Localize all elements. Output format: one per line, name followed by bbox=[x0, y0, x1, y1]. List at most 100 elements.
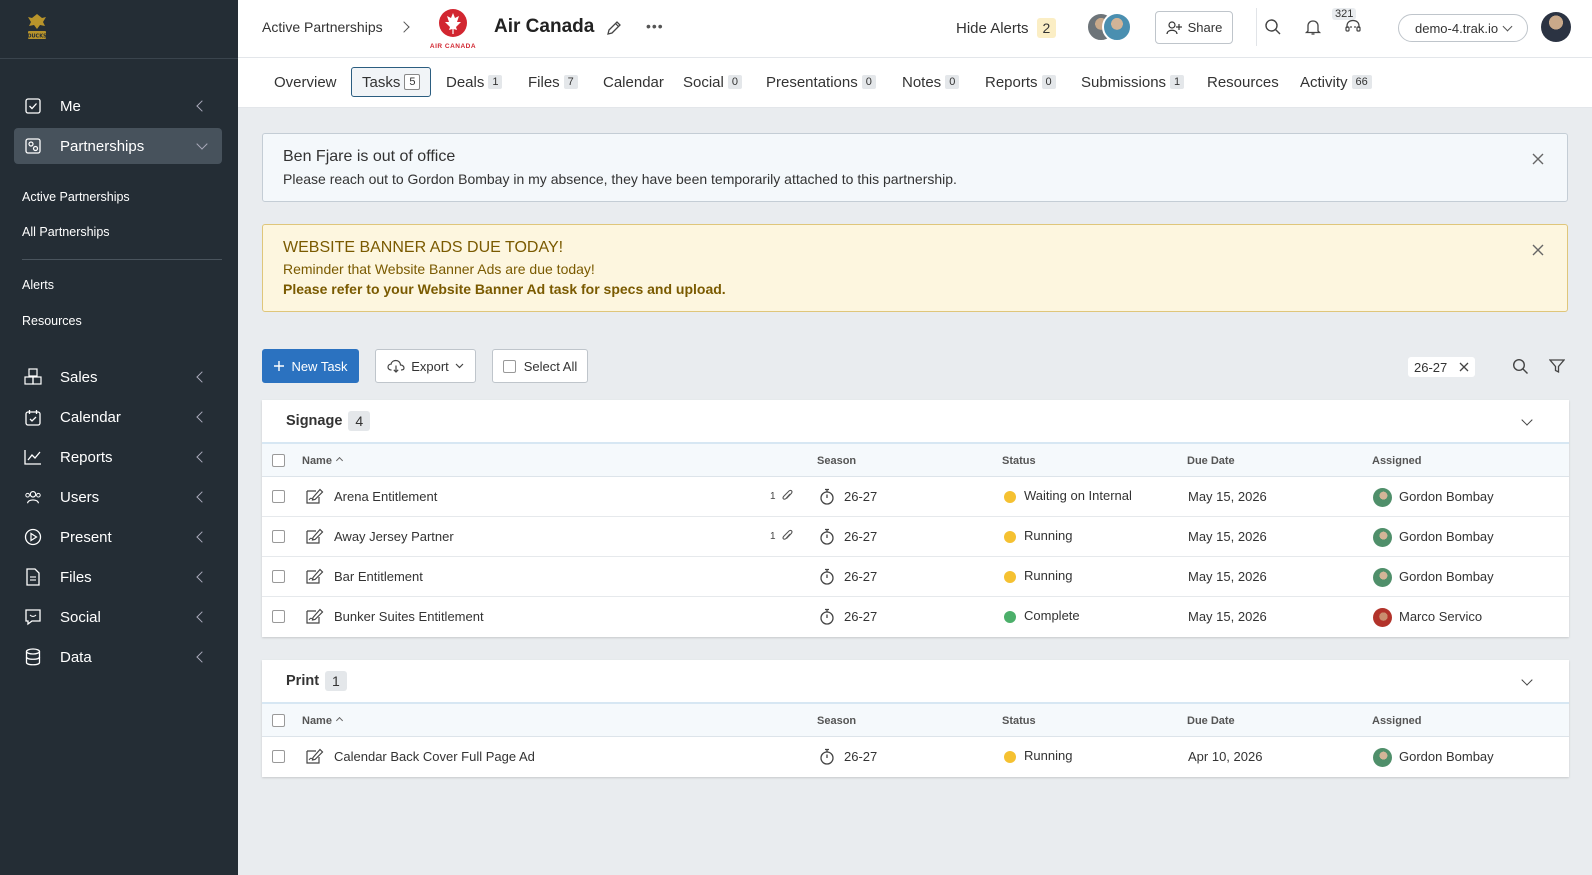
column-name[interactable]: Name bbox=[302, 455, 344, 467]
support-icon[interactable] bbox=[1344, 18, 1364, 38]
search-icon[interactable] bbox=[1264, 18, 1284, 38]
task-assignee[interactable]: Gordon Bombay bbox=[1399, 749, 1494, 764]
task-assignee[interactable]: Gordon Bombay bbox=[1399, 529, 1494, 544]
nav-reports[interactable]: Reports bbox=[14, 439, 222, 475]
task-status[interactable]: Running bbox=[1024, 568, 1072, 583]
row-checkbox[interactable] bbox=[272, 530, 285, 543]
row-checkbox[interactable] bbox=[272, 750, 285, 763]
season-filter-chip[interactable]: 26-27 bbox=[1408, 357, 1476, 377]
pencil-icon[interactable] bbox=[606, 20, 622, 41]
chevron-down-icon[interactable] bbox=[1521, 674, 1533, 686]
column-due-date[interactable]: Due Date bbox=[1187, 715, 1235, 727]
nav-social[interactable]: Social bbox=[14, 599, 222, 635]
row-checkbox[interactable] bbox=[272, 570, 285, 583]
sidebar-item-alerts[interactable]: Alerts bbox=[22, 278, 54, 292]
tab-files[interactable]: Files 7 bbox=[528, 67, 578, 97]
task-due-date[interactable]: May 15, 2026 bbox=[1188, 529, 1267, 544]
task-status[interactable]: Running bbox=[1024, 528, 1072, 543]
task-status[interactable]: Waiting on Internal bbox=[1024, 488, 1132, 503]
sidebar-item-active-partnerships[interactable]: Active Partnerships bbox=[22, 190, 130, 204]
chevron-down-icon[interactable] bbox=[1521, 414, 1533, 426]
share-button[interactable]: Share bbox=[1155, 11, 1233, 44]
row-checkbox[interactable] bbox=[272, 610, 285, 623]
task-name[interactable]: Arena Entitlement bbox=[334, 489, 437, 504]
nav-me[interactable]: Me bbox=[14, 88, 222, 124]
task-assignee[interactable]: Gordon Bombay bbox=[1399, 569, 1494, 584]
nav-present[interactable]: Present bbox=[14, 519, 222, 555]
nav-sales[interactable]: Sales bbox=[14, 359, 222, 395]
more-horizontal-icon[interactable]: ••• bbox=[646, 18, 664, 34]
attachments[interactable]: 1 bbox=[770, 529, 793, 543]
tab-calendar[interactable]: Calendar bbox=[603, 67, 664, 97]
column-status[interactable]: Status bbox=[1002, 455, 1036, 467]
bell-icon[interactable] bbox=[1304, 18, 1324, 38]
tab-notes[interactable]: Notes 0 bbox=[902, 67, 960, 97]
boxes-icon bbox=[24, 368, 42, 386]
breadcrumb[interactable]: Active Partnerships bbox=[262, 19, 383, 35]
nav-partnerships[interactable]: Partnerships bbox=[14, 128, 222, 164]
nav-files[interactable]: Files bbox=[14, 559, 222, 595]
column-season[interactable]: Season bbox=[817, 715, 856, 727]
table-row[interactable]: Away Jersey Partner 1 26-27 Running May … bbox=[262, 517, 1569, 557]
nav-data[interactable]: Data bbox=[14, 639, 222, 675]
select-all-button[interactable]: Select All bbox=[492, 349, 588, 383]
export-button[interactable]: Export bbox=[375, 349, 476, 383]
sidebar-item-resources[interactable]: Resources bbox=[22, 314, 82, 328]
task-due-date[interactable]: May 15, 2026 bbox=[1188, 609, 1267, 624]
tab-activity[interactable]: Activity 66 bbox=[1300, 67, 1372, 97]
task-due-date[interactable]: May 15, 2026 bbox=[1188, 489, 1267, 504]
task-name[interactable]: Bar Entitlement bbox=[334, 569, 423, 584]
row-checkbox[interactable] bbox=[272, 490, 285, 503]
nav-calendar[interactable]: Calendar bbox=[14, 399, 222, 435]
tab-tasks[interactable]: Tasks 5 bbox=[351, 67, 432, 97]
task-assignee[interactable]: Marco Servico bbox=[1399, 609, 1482, 624]
tab-count: 0 bbox=[861, 75, 876, 89]
column-status[interactable]: Status bbox=[1002, 715, 1036, 727]
table-row[interactable]: Arena Entitlement 1 26-27 Waiting on Int… bbox=[262, 477, 1569, 517]
close-icon[interactable] bbox=[1459, 362, 1469, 372]
group-header[interactable]: Signage 4 bbox=[262, 400, 1569, 444]
task-name[interactable]: Bunker Suites Entitlement bbox=[334, 609, 484, 624]
hide-alerts-button[interactable]: Hide Alerts 2 bbox=[956, 18, 1057, 38]
ducks-logo[interactable]: DUCKS bbox=[24, 12, 50, 42]
tab-presentations[interactable]: Presentations 0 bbox=[766, 67, 876, 97]
filter-icon[interactable] bbox=[1548, 358, 1567, 376]
partnership-members[interactable] bbox=[1086, 12, 1132, 42]
select-all-checkbox[interactable] bbox=[502, 359, 516, 373]
header-checkbox[interactable] bbox=[272, 454, 285, 467]
task-name[interactable]: Calendar Back Cover Full Page Ad bbox=[334, 749, 535, 764]
search-icon[interactable] bbox=[1512, 358, 1530, 376]
task-due-date[interactable]: May 15, 2026 bbox=[1188, 569, 1267, 584]
column-due-date[interactable]: Due Date bbox=[1187, 455, 1235, 467]
table-row[interactable]: Bar Entitlement 26-27 Running May 15, 20… bbox=[262, 557, 1569, 597]
tab-reports[interactable]: Reports 0 bbox=[985, 67, 1056, 97]
new-task-button[interactable]: New Task bbox=[262, 349, 359, 383]
nav-users[interactable]: Users bbox=[14, 479, 222, 515]
tab-submissions[interactable]: Submissions 1 bbox=[1081, 67, 1185, 97]
column-assigned[interactable]: Assigned bbox=[1372, 455, 1422, 467]
table-row[interactable]: Calendar Back Cover Full Page Ad 26-27 R… bbox=[262, 737, 1569, 777]
nav-calendar-label: Calendar bbox=[60, 408, 121, 426]
task-assignee[interactable]: Gordon Bombay bbox=[1399, 489, 1494, 504]
tab-resources[interactable]: Resources bbox=[1207, 67, 1279, 97]
domain-select[interactable]: demo-4.trak.io bbox=[1398, 14, 1528, 42]
tab-overview[interactable]: Overview bbox=[274, 67, 337, 97]
task-status[interactable]: Running bbox=[1024, 748, 1072, 763]
task-due-date[interactable]: Apr 10, 2026 bbox=[1188, 749, 1262, 764]
close-icon[interactable] bbox=[1531, 243, 1545, 257]
tab-social[interactable]: Social 0 bbox=[683, 67, 742, 97]
user-avatar[interactable] bbox=[1541, 12, 1571, 42]
close-icon[interactable] bbox=[1531, 152, 1545, 166]
column-name[interactable]: Name bbox=[302, 715, 344, 727]
task-name[interactable]: Away Jersey Partner bbox=[334, 529, 454, 544]
sidebar-item-all-partnerships[interactable]: All Partnerships bbox=[22, 225, 110, 239]
tab-deals[interactable]: Deals 1 bbox=[446, 67, 503, 97]
column-assigned[interactable]: Assigned bbox=[1372, 715, 1422, 727]
table-row[interactable]: Bunker Suites Entitlement 26-27 Complete… bbox=[262, 597, 1569, 637]
task-status[interactable]: Complete bbox=[1024, 608, 1080, 623]
header-checkbox[interactable] bbox=[272, 714, 285, 727]
attachments[interactable]: 1 bbox=[770, 489, 793, 503]
group-header[interactable]: Print 1 bbox=[262, 660, 1569, 704]
tab-label: Presentations bbox=[766, 73, 858, 91]
column-season[interactable]: Season bbox=[817, 455, 856, 467]
